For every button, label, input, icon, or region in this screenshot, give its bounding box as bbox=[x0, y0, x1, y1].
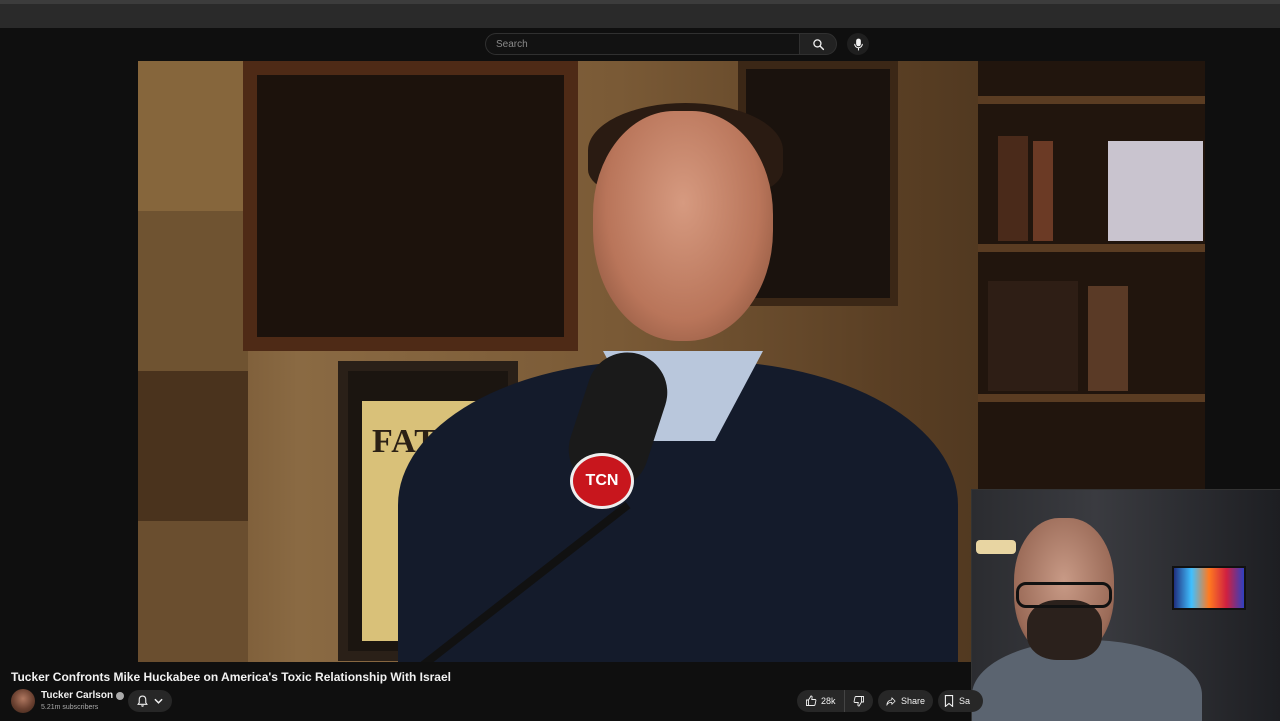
wall-plank bbox=[138, 61, 248, 211]
bookmark-icon bbox=[944, 695, 954, 707]
search-icon bbox=[812, 38, 824, 50]
share-label: Share bbox=[900, 696, 925, 706]
save-label: Sa bbox=[959, 696, 971, 706]
bookshelf bbox=[978, 61, 1205, 491]
book bbox=[1033, 141, 1053, 241]
search-bar bbox=[485, 33, 869, 55]
mic-flag-logo: TCN bbox=[570, 453, 634, 509]
share-button[interactable]: Share bbox=[878, 690, 933, 712]
book bbox=[1088, 286, 1128, 391]
video-info: Tucker Confronts Mike Huckabee on Americ… bbox=[0, 662, 983, 720]
book bbox=[988, 281, 1078, 391]
channel-avatar[interactable] bbox=[11, 689, 35, 713]
search-button[interactable] bbox=[799, 33, 837, 55]
thumbs-up-icon bbox=[806, 695, 817, 706]
channel-name[interactable]: Tucker Carlson bbox=[41, 690, 113, 701]
shelf-board bbox=[978, 394, 1205, 402]
streamer-glasses bbox=[1016, 582, 1112, 608]
save-button[interactable]: Sa bbox=[938, 690, 983, 712]
mic-icon bbox=[853, 38, 863, 50]
bell-icon bbox=[137, 695, 148, 707]
browser-chrome bbox=[0, 0, 1280, 29]
wall-plank bbox=[138, 521, 248, 662]
like-count: 28k bbox=[821, 696, 836, 706]
video-title: Tucker Confronts Mike Huckabee on Americ… bbox=[11, 670, 451, 684]
shelf-board bbox=[978, 96, 1205, 104]
thumbs-down-icon bbox=[853, 696, 864, 707]
dislike-button[interactable] bbox=[845, 695, 873, 707]
share-icon bbox=[886, 696, 896, 706]
browser-tab-strip bbox=[0, 0, 1280, 4]
streamer-beard bbox=[1027, 600, 1102, 660]
like-button[interactable]: 28k bbox=[797, 690, 845, 712]
masthead bbox=[0, 28, 1280, 61]
shelf-board bbox=[978, 244, 1205, 252]
notification-bell-button[interactable] bbox=[128, 690, 172, 712]
verified-icon bbox=[116, 691, 125, 700]
webcam-monitor bbox=[1172, 566, 1246, 610]
webcam-overlay bbox=[971, 489, 1280, 721]
host-face bbox=[593, 111, 773, 341]
wall-picture-frame bbox=[243, 61, 578, 351]
wall-plank bbox=[138, 211, 248, 371]
book bbox=[998, 136, 1028, 241]
channel-name-row[interactable]: Tucker Carlson bbox=[41, 690, 125, 701]
wall-plank bbox=[138, 371, 248, 521]
like-dislike-group: 28k bbox=[797, 690, 873, 712]
subscriber-count: 5.21m subscribers bbox=[41, 704, 99, 711]
chevron-down-icon bbox=[154, 698, 163, 704]
voice-search-button[interactable] bbox=[847, 33, 869, 55]
webcam-lamp bbox=[976, 540, 1016, 554]
framed-photo bbox=[1108, 141, 1203, 241]
search-input[interactable] bbox=[485, 33, 799, 55]
